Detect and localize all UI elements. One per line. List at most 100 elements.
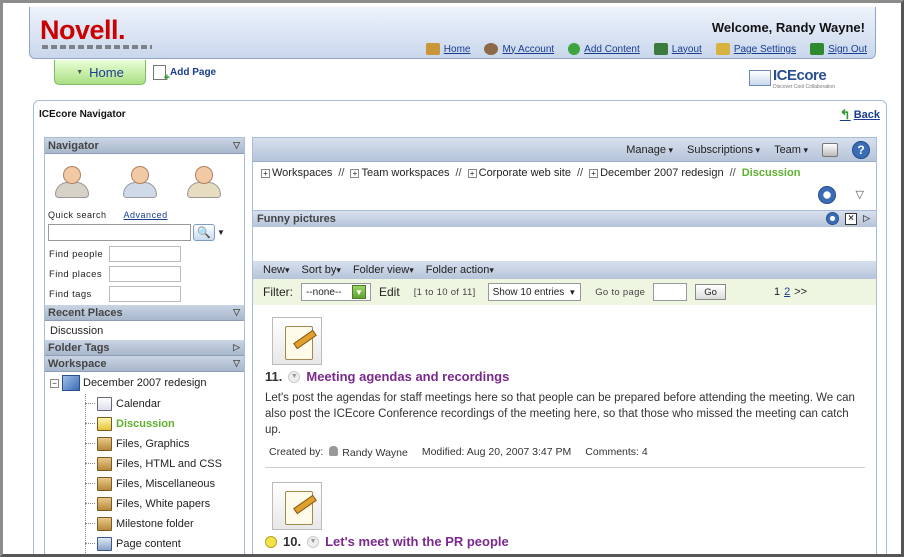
quick-search-input[interactable]	[48, 224, 191, 241]
home-link[interactable]: Home	[425, 43, 470, 55]
tree-item-page-content[interactable]: Page content	[45, 534, 244, 554]
folder-tags-header[interactable]: Folder Tags ▷	[45, 340, 244, 356]
find-people-input[interactable]	[109, 246, 181, 262]
goto-page-input[interactable]	[653, 283, 688, 301]
find-places-row: Find places	[45, 264, 244, 284]
recent-places-header[interactable]: Recent Places ▽	[45, 305, 244, 321]
search-button[interactable]: 🔍	[193, 224, 215, 241]
pagination: 1 2 >>	[774, 286, 807, 298]
workspace-tree: − December 2007 redesign Calendar Discus…	[45, 372, 244, 554]
tree-item-discussion[interactable]: Discussion	[45, 414, 244, 434]
collapse-icon[interactable]: ▽	[856, 188, 864, 201]
advanced-search-link[interactable]: Advanced	[124, 210, 168, 220]
show-entries-select[interactable]: Show 10 entries ▼	[487, 283, 582, 301]
filter-bar: Filter: --none-- ▼ Edit [1 to 10 of 11] S…	[253, 279, 876, 305]
breadcrumb-item[interactable]: + December 2007 redesign	[589, 167, 724, 179]
breadcrumb-separator: //	[729, 167, 736, 179]
page-2-link[interactable]: 2	[784, 286, 790, 298]
tree-item-files-graphics[interactable]: Files, Graphics	[45, 434, 244, 454]
page-settings-link[interactable]: Page Settings	[715, 43, 796, 55]
folder-toolbar: New Sort by Folder view Folder action	[253, 261, 876, 279]
folder-action-menu[interactable]: Folder action	[426, 264, 494, 276]
icecore-mark-icon	[749, 70, 771, 86]
expand-icon: +	[467, 169, 477, 178]
chevron-down-icon: ▼	[352, 285, 366, 299]
unseen-toggle-icon[interactable]	[265, 535, 277, 548]
expand-icon: +	[350, 169, 360, 178]
gear-icon[interactable]	[818, 186, 836, 204]
breadcrumb-item[interactable]: + Team workspaces	[350, 167, 450, 179]
tags-search-icon[interactable]	[183, 160, 227, 200]
tree-item-calendar[interactable]: Calendar	[45, 394, 244, 414]
find-people-row: Find people	[45, 244, 244, 264]
entry-title-row: 10. ▼ Let's meet with the PR people	[265, 534, 864, 549]
my-account-link[interactable]: My Account	[484, 43, 554, 55]
close-icon[interactable]: ×	[845, 212, 858, 225]
page-header: Novell. Welcome, Randy Wayne! Home My Ac…	[29, 7, 876, 59]
collapse-toggle-icon[interactable]: −	[50, 378, 59, 388]
breadcrumb-item[interactable]: + Corporate web site	[467, 167, 571, 179]
new-menu[interactable]: New	[263, 264, 290, 276]
entry-title-link[interactable]: Let's meet with the PR people	[325, 534, 509, 549]
people-search-icon[interactable]	[51, 160, 95, 200]
expand-icon: ▷	[233, 342, 240, 352]
add-content-link[interactable]: Add Content	[568, 43, 640, 55]
top-links: Home My Account Add Content Layout Page …	[425, 43, 867, 55]
expand-icon[interactable]: ▷	[863, 213, 870, 224]
breadcrumb-item[interactable]: + Workspaces	[261, 167, 332, 179]
tree-item-files-misc[interactable]: Files, Miscellaneous	[45, 474, 244, 494]
workspace-header[interactable]: Workspace ▽	[45, 356, 244, 372]
recent-item-discussion[interactable]: Discussion	[45, 321, 244, 340]
sort-by-menu[interactable]: Sort by	[302, 264, 341, 276]
quick-search-row: Quick search Advanced	[48, 210, 168, 220]
sign-out-link[interactable]: Sign Out	[810, 43, 867, 55]
filter-select[interactable]: --none-- ▼	[301, 283, 371, 301]
collapse-icon: ▽	[233, 358, 240, 368]
novell-logo: Novell.	[40, 15, 126, 45]
seen-toggle-icon[interactable]: ▼	[307, 535, 320, 548]
filter-edit-link[interactable]: Edit	[379, 285, 400, 299]
manage-menu[interactable]: Manage	[626, 144, 673, 156]
tree-root[interactable]: − December 2007 redesign	[45, 372, 244, 394]
sidebar: Navigator ▽ Quick search Advanced 🔍 ▼ Fin…	[44, 137, 245, 554]
tree-item-files-html[interactable]: Files, HTML and CSS	[45, 454, 244, 474]
go-button[interactable]: Go	[695, 284, 726, 300]
page-1: 1	[773, 286, 781, 298]
find-tags-input[interactable]	[109, 286, 181, 302]
layout-icon	[653, 43, 668, 55]
gear-icon[interactable]	[826, 212, 840, 225]
tree-item-milestone[interactable]: Milestone folder	[45, 514, 244, 534]
find-places-input[interactable]	[109, 266, 181, 282]
entry-range: [1 to 10 of 11]	[413, 286, 476, 298]
house-icon	[425, 43, 440, 55]
milestone-icon	[97, 517, 112, 531]
entry-description: Let's post the agendas for staff meeting…	[265, 392, 855, 436]
layout-link[interactable]: Layout	[653, 43, 702, 55]
chevron-down-icon[interactable]: ▼	[217, 228, 225, 237]
tree-item-files-white-papers[interactable]: Files, White papers	[45, 494, 244, 514]
places-search-icon[interactable]	[119, 160, 163, 200]
entry-meta: Created by: Randy Wayne Modified: Aug 20…	[269, 446, 648, 459]
filter-label: Filter:	[263, 285, 293, 299]
team-menu[interactable]: Team	[774, 144, 808, 156]
calendar-icon	[97, 397, 112, 411]
back-arrow-icon: ↰	[839, 107, 851, 122]
collapse-icon: ▽	[233, 307, 240, 317]
accessory-body	[253, 227, 876, 258]
next-pages-link[interactable]: >>	[794, 286, 807, 298]
entry-title-link[interactable]: Meeting agendas and recordings	[306, 369, 509, 384]
navigator-section-header[interactable]: Navigator ▽	[45, 138, 244, 154]
folder-view-menu[interactable]: Folder view	[353, 264, 414, 276]
print-icon[interactable]	[822, 142, 838, 157]
seen-toggle-icon[interactable]: ▼	[288, 370, 301, 383]
folder-icon	[97, 477, 112, 491]
find-tags-row: Find tags	[45, 284, 244, 304]
add-page-button[interactable]: Add Page	[153, 65, 216, 84]
entry-author[interactable]: Randy Wayne	[329, 446, 408, 459]
home-tab[interactable]: ▼ Home	[54, 60, 146, 85]
icecore-logo: ICEcore Discover Cool Collaboration	[749, 66, 843, 92]
subscriptions-menu[interactable]: Subscriptions	[687, 144, 760, 156]
back-link[interactable]: ↰ Back	[840, 107, 880, 123]
help-icon[interactable]: ?	[852, 140, 870, 159]
breadcrumb-separator: //	[455, 167, 462, 179]
